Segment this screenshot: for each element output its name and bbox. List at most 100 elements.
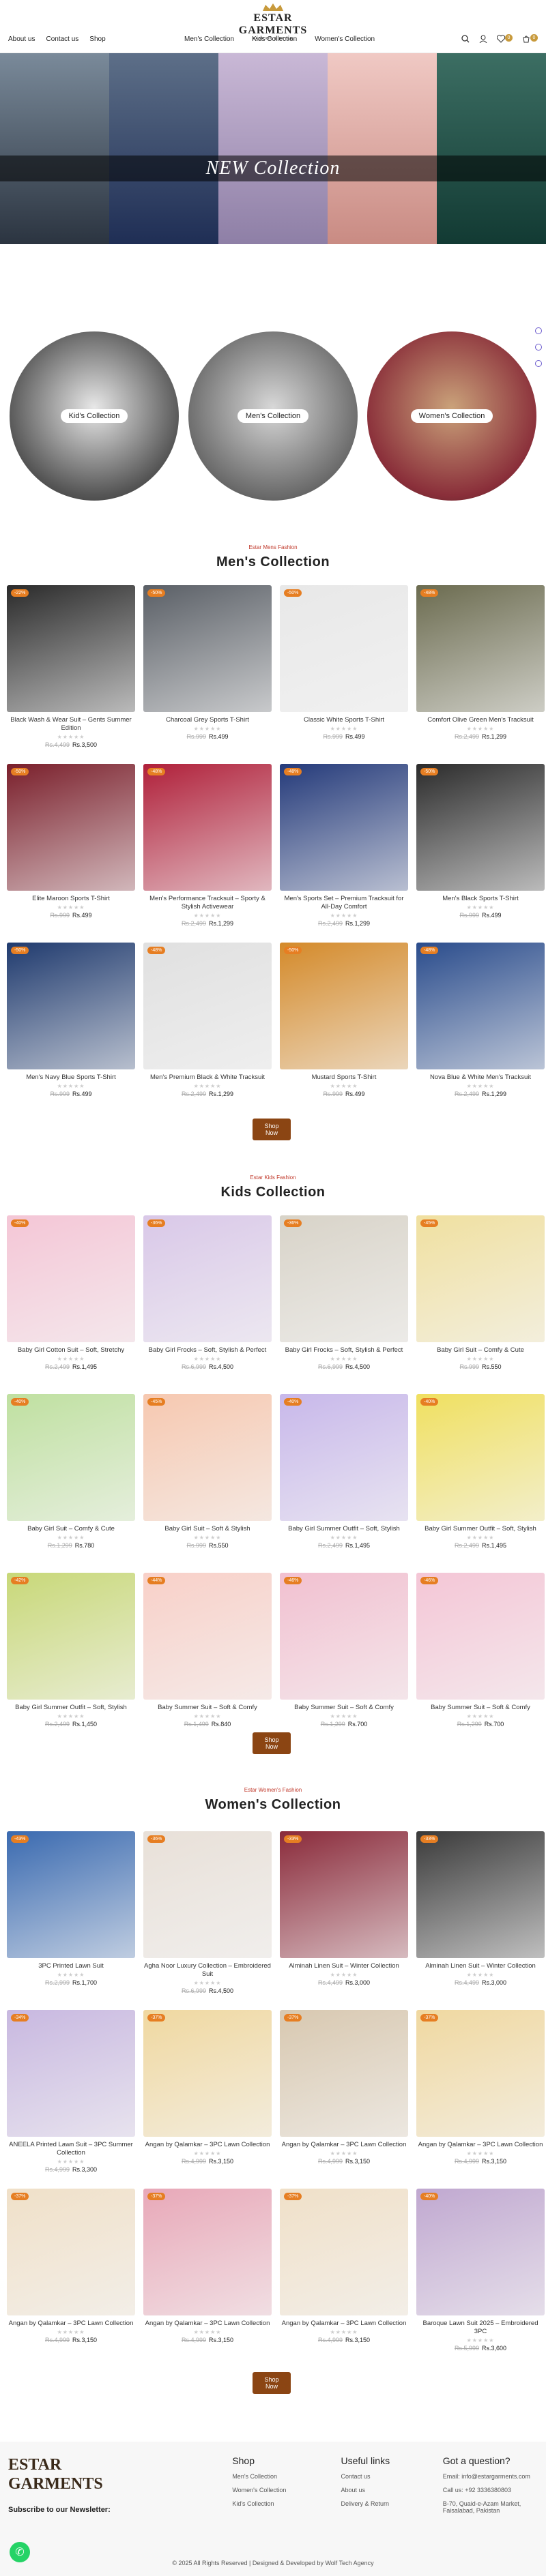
nav-kids[interactable]: Kids Collection	[252, 35, 297, 43]
product-name[interactable]: Baby Summer Suit – Soft & Comfy	[416, 1704, 545, 1712]
category-women[interactable]: Women's Collection	[367, 331, 536, 501]
side-icon-2[interactable]	[535, 344, 542, 351]
nav-shop[interactable]: Shop	[89, 35, 105, 43]
footer-link-kids[interactable]: Kid's Collection	[232, 2500, 341, 2507]
women-product-card[interactable]: -37% Angan by Qalamkar – 3PC Lawn Collect…	[7, 2189, 135, 2367]
nav-womens[interactable]: Women's Collection	[315, 35, 375, 43]
nav-about[interactable]: About us	[8, 35, 35, 43]
women-product-card[interactable]: -37% Angan by Qalamkar – 3PC Lawn Collect…	[143, 2189, 272, 2367]
whatsapp-icon[interactable]: ✆	[10, 2542, 30, 2562]
product-image[interactable]: -43%	[7, 1831, 135, 1958]
product-image[interactable]: -37%	[280, 2010, 408, 2137]
kids-product-card[interactable]: -36% Baby Girl Frocks – Soft, Stylish & P…	[143, 1215, 272, 1394]
product-name[interactable]: Baby Summer Suit – Soft & Comfy	[143, 1704, 272, 1712]
men-product-card[interactable]: -50% Mustard Sports T-Shirt ★★★★★ Rs.999 Rs.…	[280, 943, 408, 1121]
women-product-card[interactable]: -33% Alminah Linen Suit – Winter Collecti…	[416, 1831, 545, 2010]
product-name[interactable]: Baby Girl Frocks – Soft, Stylish & Perfe…	[280, 1346, 408, 1354]
men-product-card[interactable]: -50% Men's Navy Blue Sports T-Shirt ★★★★★ R…	[7, 943, 135, 1121]
product-name[interactable]: Baby Summer Suit – Soft & Comfy	[280, 1704, 408, 1712]
product-image[interactable]: -45%	[416, 1215, 545, 1342]
women-product-card[interactable]: -37% Angan by Qalamkar – 3PC Lawn Collect…	[143, 2010, 272, 2189]
product-image[interactable]: -36%	[143, 1831, 272, 1958]
product-image[interactable]: -48%	[280, 764, 408, 891]
product-image[interactable]: -50%	[280, 585, 408, 712]
kids-product-card[interactable]: -40% Baby Girl Summer Outfit – Soft, Styl…	[416, 1394, 545, 1573]
women-product-card[interactable]: -33% Alminah Linen Suit – Winter Collecti…	[280, 1831, 408, 2010]
product-image[interactable]: -48%	[143, 764, 272, 891]
product-image[interactable]: -33%	[416, 1831, 545, 1958]
product-name[interactable]: Comfort Olive Green Men's Tracksuit	[416, 716, 545, 724]
product-image[interactable]: -40%	[7, 1394, 135, 1521]
account-icon[interactable]	[479, 34, 487, 46]
footer-link-contact[interactable]: Contact us	[341, 2473, 442, 2480]
product-name[interactable]: Men's Sports Set – Premium Tracksuit for…	[280, 895, 408, 911]
product-name[interactable]: Baby Girl Summer Outfit – Soft, Stylish	[7, 1704, 135, 1712]
footer-logo[interactable]: ESTAR GARMENTS	[8, 2455, 117, 2493]
wishlist-icon[interactable]: 0	[496, 34, 513, 46]
footer-link-men[interactable]: Men's Collection	[232, 2473, 341, 2480]
women-product-card[interactable]: -43% 3PC Printed Lawn Suit ★★★★★ Rs.2,999 Rs…	[7, 1831, 135, 2010]
footer-link-delivery[interactable]: Delivery & Return	[341, 2500, 442, 2507]
kids-product-card[interactable]: -42% Baby Girl Summer Outfit – Soft, Styl…	[7, 1573, 135, 1751]
men-product-card[interactable]: -50% Elite Maroon Sports T-Shirt ★★★★★ Rs.9…	[7, 764, 135, 943]
product-name[interactable]: Baby Girl Suit – Soft & Stylish	[143, 1525, 272, 1533]
product-image[interactable]: -50%	[7, 764, 135, 891]
product-name[interactable]: ANEELA Printed Lawn Suit – 3PC Summer Co…	[7, 2141, 135, 2157]
product-image[interactable]: -50%	[416, 764, 545, 891]
kids-product-card[interactable]: -40% Baby Girl Cotton Suit – Soft, Stretc…	[7, 1215, 135, 1394]
kids-product-card[interactable]: -45% Baby Girl Suit – Soft & Stylish ★★★★★…	[143, 1394, 272, 1573]
side-icon-3[interactable]	[535, 360, 542, 367]
product-image[interactable]: -40%	[416, 1394, 545, 1521]
category-men[interactable]: Men's Collection	[188, 331, 358, 501]
women-product-card[interactable]: -40% Baroque Lawn Suit 2025 – Embroidered…	[416, 2189, 545, 2367]
men-product-card[interactable]: -50% Men's Black Sports T-Shirt ★★★★★ Rs.99…	[416, 764, 545, 943]
kids-product-card[interactable]: -45% Baby Girl Suit – Comfy & Cute ★★★★★ Rs…	[416, 1215, 545, 1394]
kids-product-card[interactable]: -36% Baby Girl Frocks – Soft, Stylish & P…	[280, 1215, 408, 1394]
product-image[interactable]: -37%	[416, 2010, 545, 2137]
product-image[interactable]: -37%	[143, 2189, 272, 2315]
men-product-card[interactable]: -48% Nova Blue & White Men's Tracksuit ★★★…	[416, 943, 545, 1121]
men-shop-now-button[interactable]: Shop Now	[253, 1119, 291, 1140]
product-image[interactable]: -33%	[280, 1831, 408, 1958]
women-shop-now-button[interactable]: Shop Now	[253, 2372, 291, 2394]
men-product-card[interactable]: -48% Men's Premium Black & White Tracksui…	[143, 943, 272, 1121]
men-product-card[interactable]: -48% Men's Performance Tracksuit – Sporty…	[143, 764, 272, 943]
product-name[interactable]: Black Wash & Wear Suit – Gents Summer Ed…	[7, 716, 135, 732]
women-product-card[interactable]: -37% Angan by Qalamkar – 3PC Lawn Collect…	[416, 2010, 545, 2189]
product-image[interactable]: -36%	[280, 1215, 408, 1342]
product-name[interactable]: Alminah Linen Suit – Winter Collection	[416, 1962, 545, 1970]
footer-email[interactable]: Email: info@estargarments.com	[443, 2473, 538, 2480]
product-image[interactable]: -40%	[416, 2189, 545, 2315]
product-image[interactable]: -48%	[416, 943, 545, 1069]
footer-phone[interactable]: Call us: +92 3336380803	[443, 2487, 538, 2493]
product-name[interactable]: Angan by Qalamkar – 3PC Lawn Collection	[416, 2141, 545, 2149]
product-name[interactable]: Baby Girl Summer Outfit – Soft, Stylish	[416, 1525, 545, 1533]
kids-product-card[interactable]: -46% Baby Summer Suit – Soft & Comfy ★★★★★…	[280, 1573, 408, 1751]
product-image[interactable]: -44%	[143, 1573, 272, 1700]
footer-link-about[interactable]: About us	[341, 2487, 442, 2493]
men-product-card[interactable]: -22% Black Wash & Wear Suit – Gents Summe…	[7, 585, 135, 764]
product-image[interactable]: -50%	[280, 943, 408, 1069]
women-product-card[interactable]: -37% Angan by Qalamkar – 3PC Lawn Collect…	[280, 2189, 408, 2367]
men-product-card[interactable]: -50% Classic White Sports T-Shirt ★★★★★ Rs.…	[280, 585, 408, 764]
product-name[interactable]: Men's Black Sports T-Shirt	[416, 895, 545, 903]
product-image[interactable]: -50%	[7, 943, 135, 1069]
product-image[interactable]: -37%	[143, 2010, 272, 2137]
product-image[interactable]: -48%	[143, 943, 272, 1069]
nav-mens[interactable]: Men's Collection	[184, 35, 234, 43]
product-image[interactable]: -34%	[7, 2010, 135, 2137]
product-name[interactable]: Angan by Qalamkar – 3PC Lawn Collection	[280, 2320, 408, 2328]
product-name[interactable]: Men's Performance Tracksuit – Sporty & S…	[143, 895, 272, 911]
kids-product-card[interactable]: -40% Baby Girl Summer Outfit – Soft, Styl…	[280, 1394, 408, 1573]
men-product-card[interactable]: -50% Charcoal Grey Sports T-Shirt ★★★★★ Rs.…	[143, 585, 272, 764]
men-product-card[interactable]: -48% Men's Sports Set – Premium Tracksuit…	[280, 764, 408, 943]
category-kids[interactable]: Kid's Collection	[10, 331, 179, 501]
product-image[interactable]: -48%	[416, 585, 545, 712]
product-image[interactable]: -50%	[143, 585, 272, 712]
product-name[interactable]: Baby Girl Summer Outfit – Soft, Stylish	[280, 1525, 408, 1533]
product-image[interactable]: -45%	[143, 1394, 272, 1521]
product-image[interactable]: -37%	[7, 2189, 135, 2315]
product-name[interactable]: Baby Girl Suit – Comfy & Cute	[416, 1346, 545, 1354]
product-name[interactable]: Baroque Lawn Suit 2025 – Embroidered 3PC	[416, 2320, 545, 2336]
footer-link-women[interactable]: Women's Collection	[232, 2487, 341, 2493]
